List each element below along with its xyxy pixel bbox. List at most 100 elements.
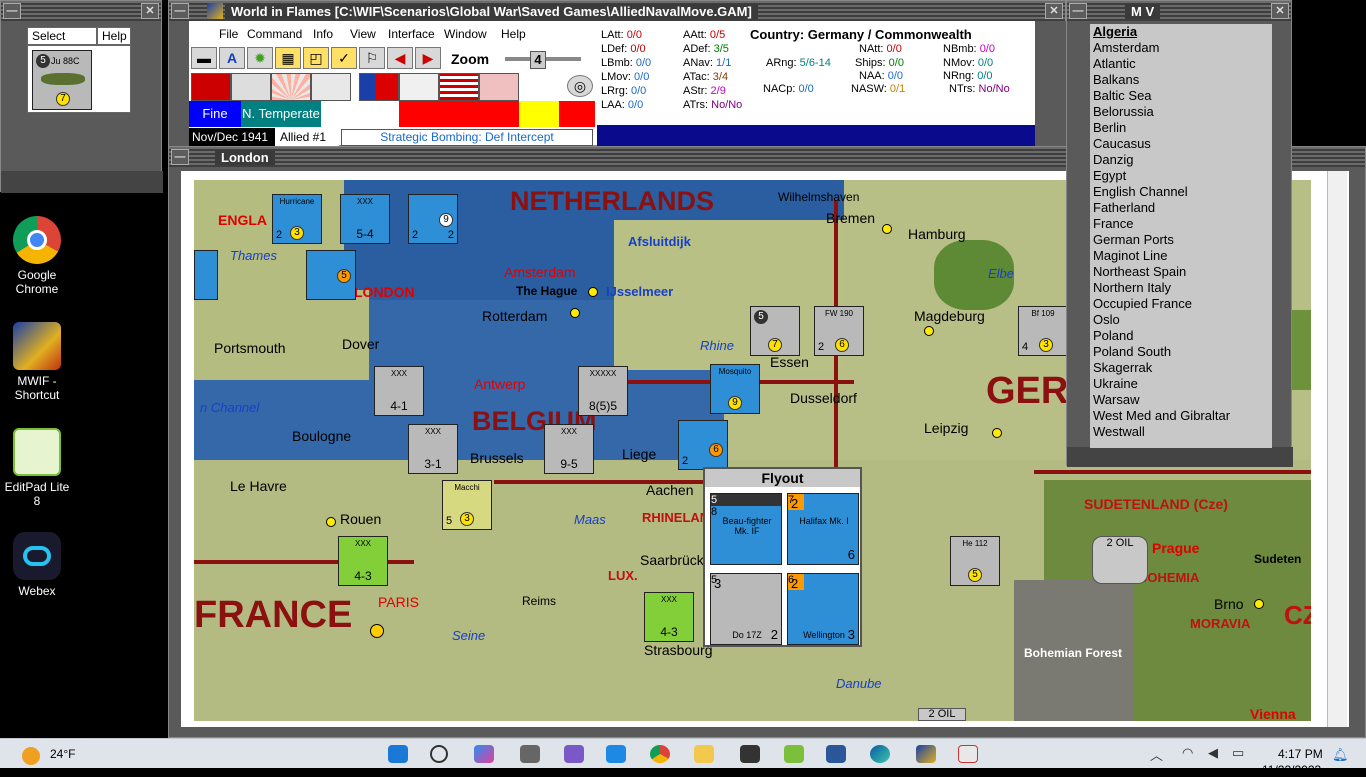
italy-flag-icon[interactable] — [311, 73, 351, 101]
menu-command[interactable]: Command — [247, 27, 302, 41]
mv-list-item[interactable]: France — [1090, 216, 1272, 232]
zoom-slider-handle[interactable]: 4 — [530, 51, 546, 69]
unit-counter-macchi[interactable]: Macchi 5 3 — [442, 480, 492, 530]
close-icon[interactable]: ✕ — [1271, 3, 1289, 19]
notification-bell-icon[interactable]: 🔔︎ — [1332, 747, 1349, 763]
mv-list-item[interactable]: Skagerrak — [1090, 360, 1272, 376]
mv-list-item[interactable]: Berlin — [1090, 120, 1272, 136]
weather-icon[interactable] — [22, 747, 40, 765]
train-icon[interactable]: ▬ — [191, 47, 217, 69]
map-scrollbar-vertical[interactable] — [1327, 171, 1347, 727]
city-dusseldorf[interactable]: Dusseldorf — [790, 390, 857, 406]
menu-file[interactable]: File — [219, 27, 238, 41]
mv-list-item[interactable]: German Ports — [1090, 232, 1272, 248]
unit-counter-xxx-3-1[interactable]: XXX 3-1 — [408, 424, 458, 474]
menu-view[interactable]: View — [350, 27, 376, 41]
myhp-icon[interactable] — [606, 745, 626, 763]
menu-help[interactable]: Help — [501, 27, 526, 41]
mwif-taskbar-icon[interactable] — [916, 745, 936, 763]
speaker-icon[interactable]: ◀ — [1208, 745, 1218, 761]
chrome-taskbar-icon[interactable] — [650, 745, 670, 763]
city-paris[interactable]: PARIS — [378, 594, 419, 610]
city-dover[interactable]: Dover — [342, 336, 379, 352]
teams-icon[interactable] — [564, 745, 584, 763]
unit-counter-corps[interactable]: XXX 5-4 — [340, 194, 390, 244]
city-engla[interactable]: ENGLA — [218, 212, 267, 228]
mv-list-item[interactable]: Amsterdam — [1090, 40, 1272, 56]
file-explorer-icon[interactable] — [694, 745, 714, 763]
window-menu-icon[interactable]: — — [1069, 3, 1087, 19]
city-prague[interactable]: Prague — [1152, 540, 1199, 556]
unit-counter-wellington[interactable]: 26 — [678, 420, 728, 470]
mv-list[interactable]: Algeria Amsterdam Atlantic Balkans Baltic Se… — [1090, 24, 1272, 448]
flyout-unit-wellington[interactable]: 2 Wellington 6 3 — [787, 573, 859, 645]
city-bremen[interactable]: Bremen — [826, 210, 875, 226]
menu-window[interactable]: Window — [444, 27, 487, 41]
city-aachen[interactable]: Aachen — [646, 482, 693, 498]
mv-list-item[interactable]: Poland — [1090, 328, 1272, 344]
ussr-flag-icon[interactable] — [479, 73, 519, 101]
tab-select[interactable]: Select — [27, 27, 97, 45]
city-amsterdam[interactable]: Amsterdam — [504, 264, 576, 280]
tab-help[interactable]: Help — [97, 27, 131, 45]
unit-counter-harrow[interactable]: 2 2 9 — [408, 194, 458, 244]
city-essen[interactable]: Essen — [770, 354, 809, 370]
desktop-icon-webex[interactable]: Webex — [0, 532, 74, 598]
stack-icon[interactable]: ◰ — [303, 47, 329, 69]
city-brno[interactable]: Brno — [1214, 596, 1244, 612]
mv-list-item[interactable]: English Channel — [1090, 184, 1272, 200]
unit-counter-hurricane[interactable]: Hurricane 2 3 — [272, 194, 322, 244]
mv-list-item[interactable]: Belorussia — [1090, 104, 1272, 120]
unit-counter-fw190[interactable]: FW 190 2 6 — [814, 306, 864, 356]
mv-list-item[interactable]: Caucasus — [1090, 136, 1272, 152]
clock-date[interactable]: 11/22/2023 — [1262, 763, 1321, 777]
mv-list-item[interactable]: Poland South — [1090, 344, 1272, 360]
gear-icon[interactable]: ✹ — [247, 47, 273, 69]
select-window-titlebar[interactable]: — ✕ — [1, 1, 161, 21]
city-le-havre[interactable]: Le Havre — [230, 478, 287, 494]
flyout-unit-do17z[interactable]: 3 Do 17Z 5 2 — [710, 573, 782, 645]
unit-counter-xxx-4-1[interactable]: XXX 4-1 — [374, 366, 424, 416]
hex-grid-icon[interactable]: ▦ — [275, 47, 301, 69]
city-the-hague[interactable]: The Hague — [516, 284, 577, 298]
unit-counter-mosquito[interactable]: Mosquito 9 — [710, 364, 760, 414]
germany-flag-icon[interactable] — [191, 73, 231, 101]
city-portsmouth[interactable]: Portsmouth — [214, 340, 286, 356]
copilot-icon[interactable] — [474, 745, 494, 763]
city-liege[interactable]: Liege — [622, 446, 656, 462]
start-icon[interactable] — [388, 745, 408, 763]
window-menu-icon[interactable]: — — [3, 3, 21, 19]
mv-window-titlebar[interactable]: — M V ✕ — [1067, 1, 1291, 21]
city-vienna[interactable]: Vienna — [1250, 706, 1296, 721]
mv-list-item[interactable]: Egypt — [1090, 168, 1272, 184]
mv-list-item[interactable]: Warsaw — [1090, 392, 1272, 408]
weather-temp[interactable]: 24°F — [50, 747, 75, 761]
unit-counter-whitley[interactable]: 5 — [306, 250, 356, 300]
mv-list-item[interactable]: Northern Italy — [1090, 280, 1272, 296]
city-rotterdam[interactable]: Rotterdam — [482, 308, 547, 324]
oil-resource-bottom[interactable]: 2 OIL — [918, 708, 966, 721]
word-icon[interactable] — [826, 745, 846, 763]
edge-icon[interactable] — [870, 745, 890, 763]
unit-counter-xxx-4-3[interactable]: XXX 4-3 — [338, 536, 388, 586]
flyout-unit-beaufighter[interactable]: 5 Beau-fighter Mk. IF 8 — [710, 493, 782, 565]
mv-list-item[interactable]: Baltic Sea — [1090, 88, 1272, 104]
city-bohemian-forest[interactable]: Bohemian Forest — [1024, 646, 1122, 660]
china-flag-icon[interactable] — [359, 73, 399, 101]
unit-counter-xxx-9-5[interactable]: XXX 9-5 — [544, 424, 594, 474]
mv-list-item[interactable]: Oslo — [1090, 312, 1272, 328]
free-france-flag-icon[interactable] — [399, 73, 439, 101]
city-antwerp[interactable]: Antwerp — [474, 376, 525, 392]
chevron-up-icon[interactable]: ︿ — [1150, 745, 1163, 764]
unit-counter-edge[interactable] — [194, 250, 218, 300]
desktop-icon-chrome[interactable]: Google Chrome — [0, 216, 74, 296]
mv-list-item[interactable]: Northeast Spain — [1090, 264, 1272, 280]
unit-counter-he112[interactable]: He 112 5 — [950, 536, 1000, 586]
mv-list-item[interactable]: Danzig — [1090, 152, 1272, 168]
menu-interface[interactable]: Interface — [388, 27, 435, 41]
unit-counter-ju88c-map[interactable]: 57 — [750, 306, 800, 356]
flag-icon[interactable]: ⚐ — [359, 47, 385, 69]
japan-flag-icon[interactable] — [271, 73, 311, 101]
city-leipzig[interactable]: Leipzig — [924, 420, 968, 436]
desktop-icon-mwif[interactable]: MWIF - Shortcut — [0, 322, 74, 402]
